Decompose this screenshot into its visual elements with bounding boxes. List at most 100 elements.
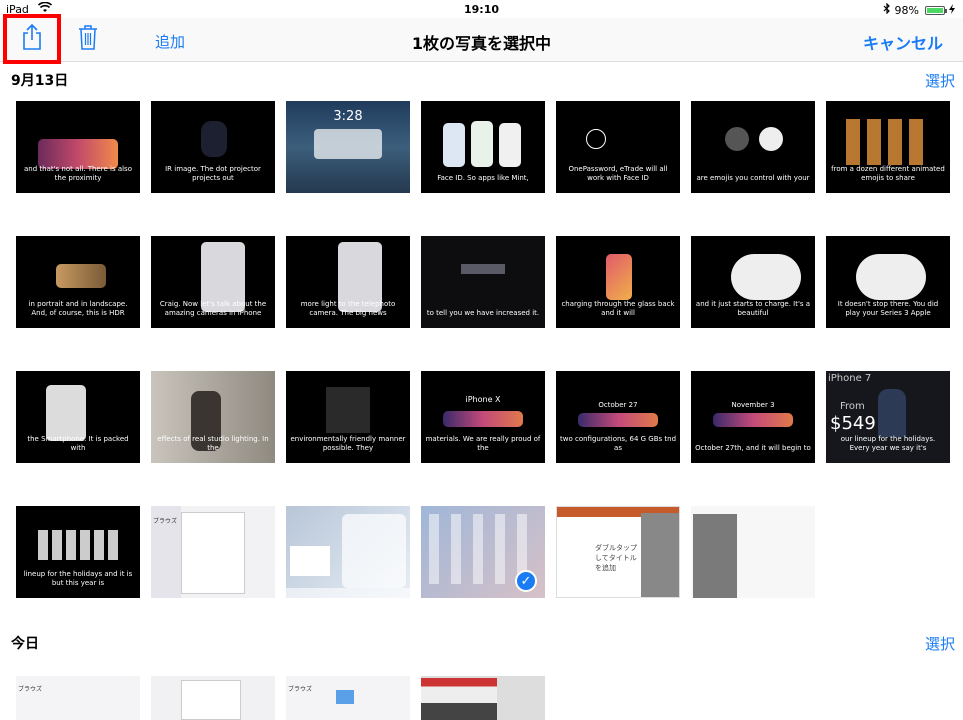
- photo-caption: effects of real studio lighting. In the: [157, 435, 269, 452]
- charging-icon: [949, 3, 955, 17]
- phone-image: [471, 121, 493, 167]
- status-bar: iPad 19:10 98%: [0, 0, 963, 18]
- battery-percent: 98%: [894, 3, 919, 17]
- emoji-image: [725, 127, 749, 151]
- photo-caption: environmentally friendly manner possible…: [290, 435, 406, 452]
- photo-caption: to tell you we have increased it.: [426, 309, 540, 317]
- battery-fill: [927, 7, 943, 13]
- price-prefix: From: [840, 401, 865, 412]
- photo-thumbnail[interactable]: and it just starts to charge. It's a bea…: [691, 236, 815, 328]
- photo-thumbnail[interactable]: ブラウズ: [16, 676, 140, 720]
- stats-image: [326, 387, 370, 433]
- phone-image: [713, 413, 793, 427]
- photo-thumbnail[interactable]: in portrait and in landscape. And, of co…: [16, 236, 140, 328]
- photo-thumbnail[interactable]: to tell you we have increased it.: [421, 236, 545, 328]
- section-date: 今日: [11, 636, 39, 652]
- emoji-image: [759, 127, 783, 151]
- share-icon: [21, 23, 43, 55]
- photo-thumbnail[interactable]: IR image. The dot projector projects out: [151, 101, 275, 193]
- web-page-image: [421, 678, 497, 720]
- page-title: 1枚の写真を選択中: [411, 34, 552, 53]
- trash-icon: [78, 24, 98, 54]
- photo-thumbnail[interactable]: charging through the glass back and it w…: [556, 236, 680, 328]
- share-button[interactable]: [3, 14, 61, 64]
- photo-thumbnail[interactable]: lineup for the holidays and it is but th…: [16, 506, 140, 598]
- app-card-image: [290, 546, 330, 576]
- photo-caption: materials. We are really proud of the: [425, 435, 541, 452]
- photo-caption: Face ID. So apps like Mint,: [437, 174, 529, 182]
- screenshot-text: ブラウズ: [153, 518, 178, 525]
- lockscreen-time: 3:28: [333, 109, 363, 124]
- photo-thumbnail[interactable]: ダブルタップしてタイトルを追加: [556, 506, 680, 598]
- media-widget: [314, 129, 382, 159]
- photo-caption: and that's not all. There is also the pr…: [24, 165, 132, 182]
- price-label: $549: [830, 413, 876, 434]
- screenshot-text: ブラウズ: [288, 686, 313, 693]
- product-name: iPhone X: [465, 395, 501, 404]
- photo-caption: two configurations, 64 G GBs tnd as: [560, 435, 677, 452]
- section-header-sep13: 9月13日 選択: [0, 64, 963, 92]
- photo-caption: lineup for the holidays and it is but th…: [23, 570, 133, 587]
- photo-thumbnail[interactable]: [286, 506, 410, 598]
- photo-thumbnail[interactable]: October 27 two configurations, 64 G GBs …: [556, 371, 680, 463]
- slide-text: ダブルタップしてタイトルを追加: [595, 544, 637, 572]
- phone-image: [443, 123, 465, 167]
- photo-thumbnail[interactable]: the Smartphone. It is packed with: [16, 371, 140, 463]
- photo-thumbnail[interactable]: Craig. Now let's talk about the amazing …: [151, 236, 275, 328]
- photo-thumbnail[interactable]: iPhone 7 From $549 our lineup for the ho…: [826, 371, 950, 463]
- section-header-today: 今日 選択: [0, 627, 963, 655]
- photo-thumbnail[interactable]: ✓: [421, 506, 545, 598]
- emoji-grid-image: [846, 119, 930, 165]
- photo-thumbnail[interactable]: ブラウズ: [151, 506, 275, 598]
- section-date: 9月13日: [11, 73, 69, 89]
- select-button[interactable]: 選択: [925, 70, 955, 91]
- bluetooth-icon: [883, 2, 891, 17]
- phone-lineup-image: [38, 530, 118, 560]
- phone-image: [606, 254, 632, 300]
- photo-thumbnail[interactable]: [691, 506, 815, 598]
- photo-caption: It doesn't stop there. You did play your…: [837, 300, 939, 317]
- photo-picker-image: [693, 514, 737, 598]
- photo-caption: our lineup for the holidays. Every year …: [840, 435, 936, 452]
- photo-caption: from a dozen different animated emojis t…: [831, 165, 945, 182]
- photo-caption: are emojis you control with your: [696, 174, 810, 182]
- photo-caption: October 27th, and it will begin to: [695, 444, 811, 452]
- phone-image: [578, 413, 658, 427]
- photo-thumbnail[interactable]: are emojis you control with your: [691, 101, 815, 193]
- photo-thumbnail[interactable]: Face ID. So apps like Mint,: [421, 101, 545, 193]
- photo-thumbnail[interactable]: effects of real studio lighting. In the: [151, 371, 275, 463]
- phone-image: [499, 123, 521, 167]
- photo-thumbnail[interactable]: and that's not all. There is also the pr…: [16, 101, 140, 193]
- presenter-image: [878, 389, 906, 437]
- photo-thumbnail[interactable]: environmentally friendly manner possible…: [286, 371, 410, 463]
- add-button[interactable]: 追加: [155, 31, 185, 52]
- navigation-bar: 追加 1枚の写真を選択中 キャンセル: [0, 14, 963, 64]
- photo-picker-image: [641, 513, 679, 597]
- select-button[interactable]: 選択: [925, 633, 955, 654]
- date-label: October 27: [598, 401, 638, 409]
- cancel-button[interactable]: キャンセル: [863, 30, 943, 54]
- photo-thumbnail[interactable]: [151, 676, 275, 720]
- photo-thumbnail[interactable]: more light to the telephoto camera. The …: [286, 236, 410, 328]
- photo-thumbnail[interactable]: ブラウズ: [286, 676, 410, 720]
- photo-thumbnail[interactable]: It doesn't stop there. You did play your…: [826, 236, 950, 328]
- photo-caption: OnePassword, eTrade will all work with F…: [568, 165, 668, 182]
- photo-thumbnail[interactable]: [421, 676, 545, 720]
- photo-thumbnail[interactable]: from a dozen different animated emojis t…: [826, 101, 950, 193]
- face-image: [201, 121, 227, 157]
- delete-button[interactable]: [75, 24, 101, 54]
- photo-caption: and it just starts to charge. It's a bea…: [695, 300, 811, 317]
- photo-thumbnail[interactable]: OnePassword, eTrade will all work with F…: [556, 101, 680, 193]
- photo-caption: in portrait and in landscape. And, of co…: [28, 300, 128, 317]
- airpower-image: [856, 254, 926, 300]
- screenshot-text: ブラウズ: [18, 686, 43, 693]
- phone-image: [443, 411, 523, 427]
- photo-caption: charging through the glass back and it w…: [561, 300, 675, 317]
- stage-screen: [461, 264, 505, 274]
- photo-thumbnail[interactable]: November 3 October 27th, and it will beg…: [691, 371, 815, 463]
- popover-image: [181, 512, 245, 594]
- photo-caption: IR image. The dot projector projects out: [165, 165, 261, 182]
- photo-thumbnail[interactable]: iPhone X materials. We are really proud …: [421, 371, 545, 463]
- status-right: 98%: [883, 2, 955, 17]
- photo-thumbnail[interactable]: 3:28: [286, 101, 410, 193]
